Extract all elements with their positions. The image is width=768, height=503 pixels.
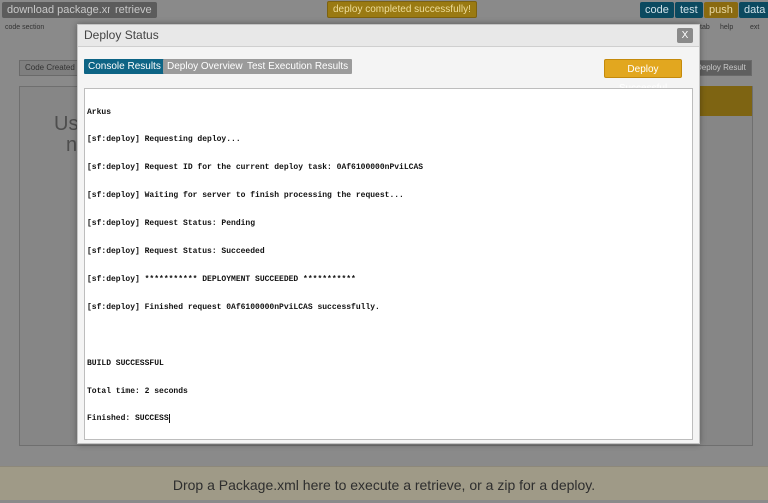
console-line: Finished: SUCCESS [87,414,169,424]
close-button[interactable]: X [677,28,693,43]
tab-link[interactable]: tab [700,24,710,31]
drop-zone[interactable]: Drop a Package.xml here to execute a ret… [0,466,768,500]
console-line: [sf:deploy] Request ID for the current d… [87,163,424,173]
retrieve-button[interactable]: retrieve [110,2,157,18]
tab-deploy-overview[interactable]: Deploy Overview [163,59,247,74]
push-button[interactable]: push [704,2,738,18]
deploy-successful-button[interactable]: Deploy Successful [604,59,682,94]
console-line: [sf:deploy] Request Status: Pending [87,219,256,229]
deploy-status-dialog: Deploy Status X Console Results Deploy O… [77,24,700,444]
help-link[interactable]: help [720,24,733,31]
code-section-label: code section [5,24,45,31]
console-line: BUILD SUCCESSFUL [87,358,164,368]
console-line: Total time: 2 seconds [87,386,188,396]
console-line: [sf:deploy] Waiting for server to finish… [87,191,404,201]
console-line: [sf:deploy] Finished request 0Af6100000n… [87,302,380,312]
console-line: [sf:deploy] *********** DEPLOYMENT SUCCE… [87,274,356,284]
download-package-button[interactable]: download package.xml [2,2,124,18]
background-text-1: Us [54,113,79,135]
console-output[interactable]: Arkus [sf:deploy] Requesting deploy... [… [84,88,693,440]
console-line: [sf:deploy] Request Status: Succeeded [87,247,265,257]
top-toolbar: download package.xml retrieve deploy com… [0,0,768,20]
console-line: Arkus [87,107,112,117]
text-cursor [168,414,170,424]
deploy-status-badge: deploy completed successfully! [327,1,477,18]
tab-console-results[interactable]: Console Results [84,59,165,74]
code-button[interactable]: code [640,2,674,18]
console-line: [sf:deploy] Requesting deploy... [87,135,241,145]
data-button[interactable]: data [739,2,768,18]
background-text-2: n [66,134,78,156]
exit-link[interactable]: ext [750,24,759,31]
test-button[interactable]: test [675,2,703,18]
tab-test-execution-results[interactable]: Test Execution Results [243,59,353,74]
dialog-header: Deploy Status X [78,25,699,47]
dialog-title: Deploy Status [84,28,159,42]
